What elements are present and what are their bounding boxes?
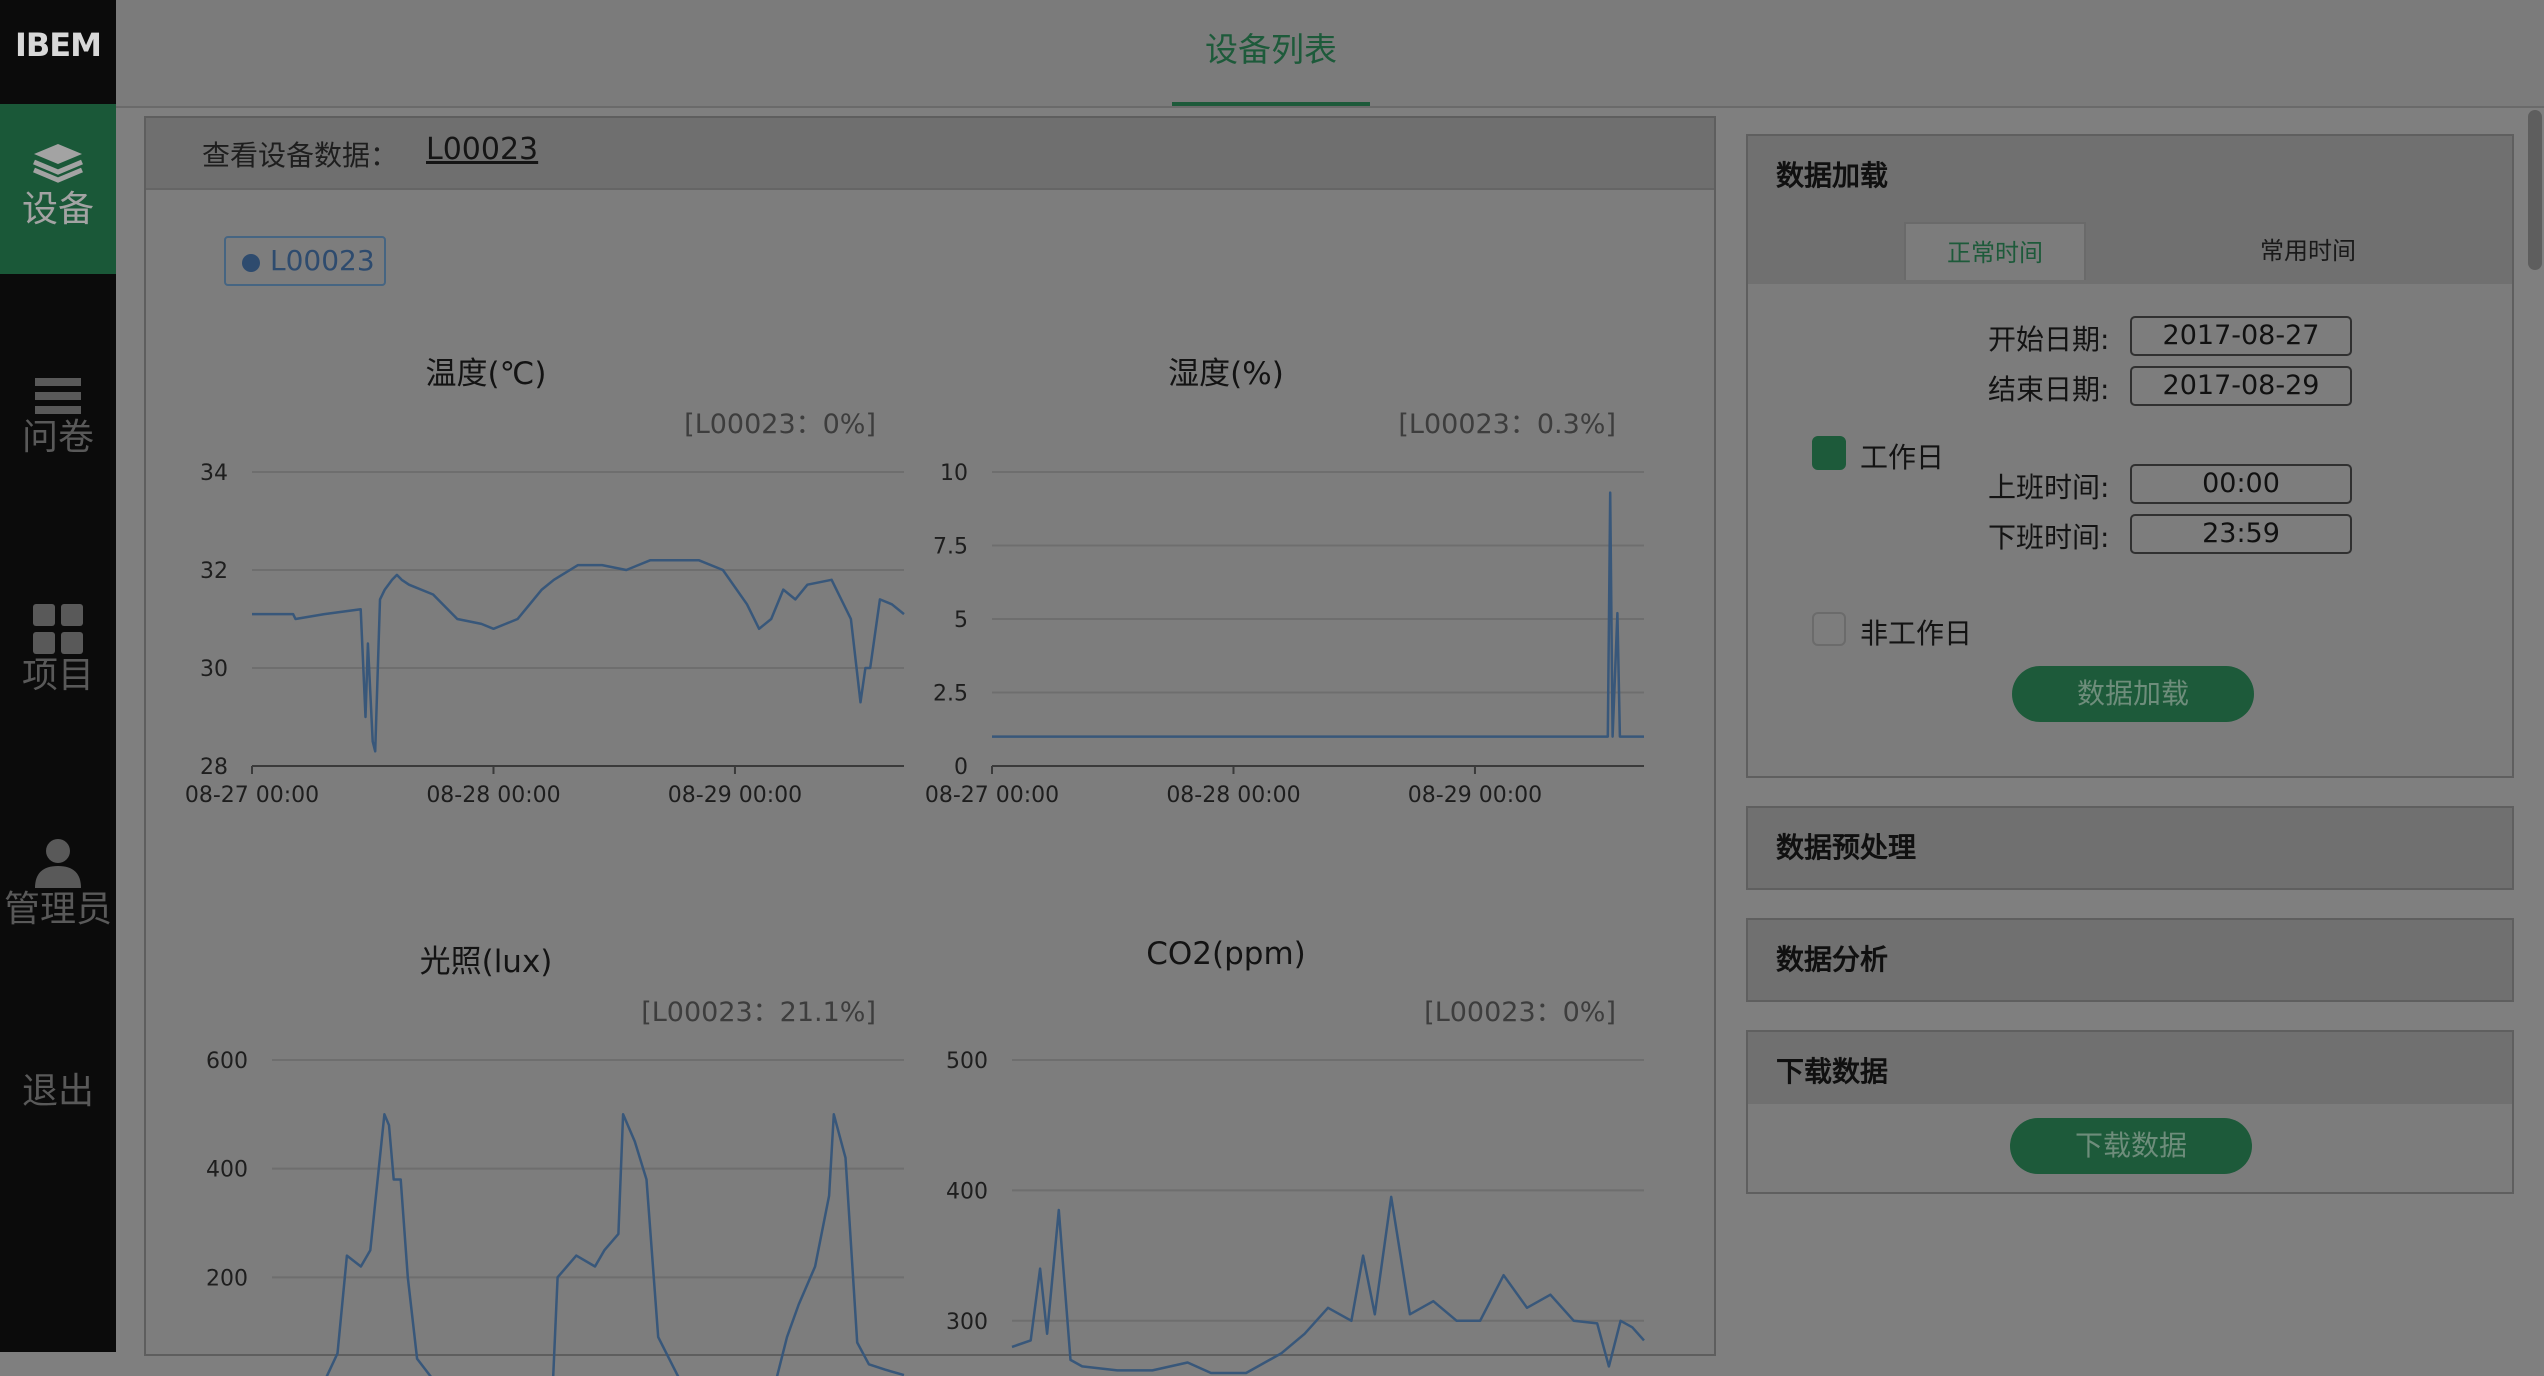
sidebar-item-projects[interactable]: 项目 — [0, 572, 116, 742]
y-tick-label: 32 — [200, 559, 228, 584]
load-data-button[interactable]: 数据加载 — [2012, 666, 2254, 722]
y-tick-label: 30 — [200, 657, 228, 682]
chart-canvas[interactable]: 0 2.5 5 7.5 10 08-27 00:00 08-28 00:00 08-29 00… — [925, 348, 1666, 908]
preprocess-panel[interactable]: 数据预处理 — [1746, 806, 2514, 890]
sidebar-item-devices[interactable]: 设备 — [0, 104, 116, 274]
sidebar-item-survey[interactable]: 问卷 — [0, 338, 116, 508]
sidebar-item-label: 问卷 — [21, 417, 94, 458]
series-line — [325, 1113, 905, 1376]
series-line — [992, 491, 1644, 738]
analysis-panel[interactable]: 数据分析 — [1746, 918, 2514, 1002]
panel-header: 数据分析 — [1748, 920, 2512, 1000]
y-tick-label: 5 — [954, 608, 968, 633]
tab-normal-time[interactable]: 正常时间 — [1904, 222, 2086, 280]
top-bar: 设备列表 — [116, 0, 2544, 108]
x-tick-label: 08-29 00:00 — [668, 783, 802, 808]
workday-label: 工作日 — [1860, 441, 1945, 474]
tab-label: 设备列表 — [1205, 30, 1337, 69]
series-line — [1011, 1195, 1645, 1375]
panel-title: 下载数据 — [1776, 1055, 1889, 1088]
x-tick-label: 08-28 00:00 — [1166, 783, 1300, 808]
series-line — [252, 558, 905, 753]
sidebar-item-admin[interactable]: 管理员 — [0, 806, 116, 976]
data-load-panel: 数据加载 正常时间 常用时间 开始日期: 2017-08-27 结束日期: 20… — [1746, 134, 2514, 778]
on-duty-label: 上班时间: — [1988, 471, 2110, 504]
y-tick-label: 400 — [206, 1158, 248, 1183]
y-tick-label: 600 — [206, 1049, 248, 1074]
y-tick-label: 400 — [946, 1179, 988, 1204]
sidebar-item-label: 项目 — [21, 655, 94, 696]
start-date-field[interactable]: 2017-08-27 — [2130, 316, 2352, 356]
non-workday-label: 非工作日 — [1860, 617, 1973, 650]
y-tick-label: 0 — [954, 755, 968, 780]
humidity-chart: 湿度(%) [L00023：0.3%] 0 2.5 5 7.5 10 08-27 00:0… — [925, 348, 1666, 908]
temperature-chart: 温度(℃) [L00023：0%] 28 30 32 34 08-27 00:00 08-… — [185, 348, 926, 908]
y-tick-label: 10 — [940, 461, 968, 486]
off-duty-time-field[interactable]: 23:59 — [2130, 514, 2352, 554]
y-tick-label: 34 — [200, 461, 228, 486]
scrollbar[interactable] — [2528, 110, 2542, 270]
panel-header: 数据预处理 — [1748, 808, 2512, 888]
y-tick-label: 7.5 — [933, 535, 968, 560]
sidebar: IBEM 设备 问卷 项目 管理员 退出 — [0, 0, 116, 1352]
panel-title: 数据预处理 — [1776, 831, 1917, 864]
off-duty-label: 下班时间: — [1988, 521, 2110, 554]
download-data-button[interactable]: 下载数据 — [2010, 1118, 2252, 1174]
illuminance-chart: 光照(lux) [L00023：21.1%] 0200400600 — [186, 936, 926, 1376]
view-device-label: 查看设备数据： — [202, 139, 399, 172]
start-date-label: 开始日期: — [1988, 323, 2110, 356]
y-tick-label: 2.5 — [933, 682, 968, 707]
y-tick-label: 300 — [946, 1310, 988, 1335]
panel-title: 数据加载 — [1776, 159, 1889, 192]
sidebar-item-logout[interactable]: 退出 — [0, 1040, 116, 1150]
legend-label: L00023 — [270, 244, 375, 277]
y-tick-label: 28 — [200, 755, 228, 780]
tab-device-list[interactable]: 设备列表 — [1172, 0, 1370, 106]
workday-checkbox[interactable] — [1812, 436, 1846, 470]
chart-canvas[interactable]: 0200400600 — [186, 936, 926, 1376]
panel-title: 数据分析 — [1776, 943, 1889, 976]
panel-header: 查看设备数据： L00023 — [146, 118, 1714, 190]
legend-marker — [242, 254, 260, 272]
sidebar-item-label: 管理员 — [3, 889, 112, 930]
chart-canvas[interactable]: 300 400 500 — [926, 936, 1666, 1376]
download-panel: 下载数据 下载数据 — [1746, 1030, 2514, 1194]
x-tick-label: 08-29 00:00 — [1408, 783, 1542, 808]
co2-chart: CO2(ppm) [L00023：0%] 300 400 500 — [926, 936, 1666, 1376]
sidebar-item-label: 退出 — [21, 1071, 94, 1112]
x-tick-label: 08-28 00:00 — [426, 783, 560, 808]
device-data-panel: 查看设备数据： L00023 L00023 温度(℃) [L00023：0%] … — [144, 116, 1716, 1376]
layers-icon — [33, 144, 83, 183]
on-duty-time-field[interactable]: 00:00 — [2130, 464, 2352, 504]
tab-common-time[interactable]: 常用时间 — [2218, 222, 2398, 280]
chart-canvas[interactable]: 28 30 32 34 08-27 00:00 08-28 00:00 08-29 00:0… — [185, 348, 926, 908]
brand-logo: IBEM — [15, 26, 102, 64]
panel-header: 下载数据 — [1748, 1032, 2512, 1104]
grid-icon — [33, 604, 83, 654]
y-tick-label: 200 — [206, 1266, 248, 1291]
x-tick-label: 08-27 00:00 — [925, 783, 1059, 808]
sidebar-item-label: 设备 — [21, 189, 94, 230]
legend-toggle[interactable]: L00023 — [224, 236, 386, 286]
list-icon — [35, 378, 81, 414]
non-workday-checkbox[interactable] — [1812, 612, 1846, 646]
device-link[interactable]: L00023 — [426, 132, 538, 167]
y-tick-label: 500 — [946, 1049, 988, 1074]
user-icon — [35, 839, 81, 888]
tab-underline — [1172, 102, 1370, 106]
x-tick-label: 08-27 00:00 — [185, 783, 319, 808]
end-date-label: 结束日期: — [1988, 373, 2110, 406]
end-date-field[interactable]: 2017-08-29 — [2130, 366, 2352, 406]
